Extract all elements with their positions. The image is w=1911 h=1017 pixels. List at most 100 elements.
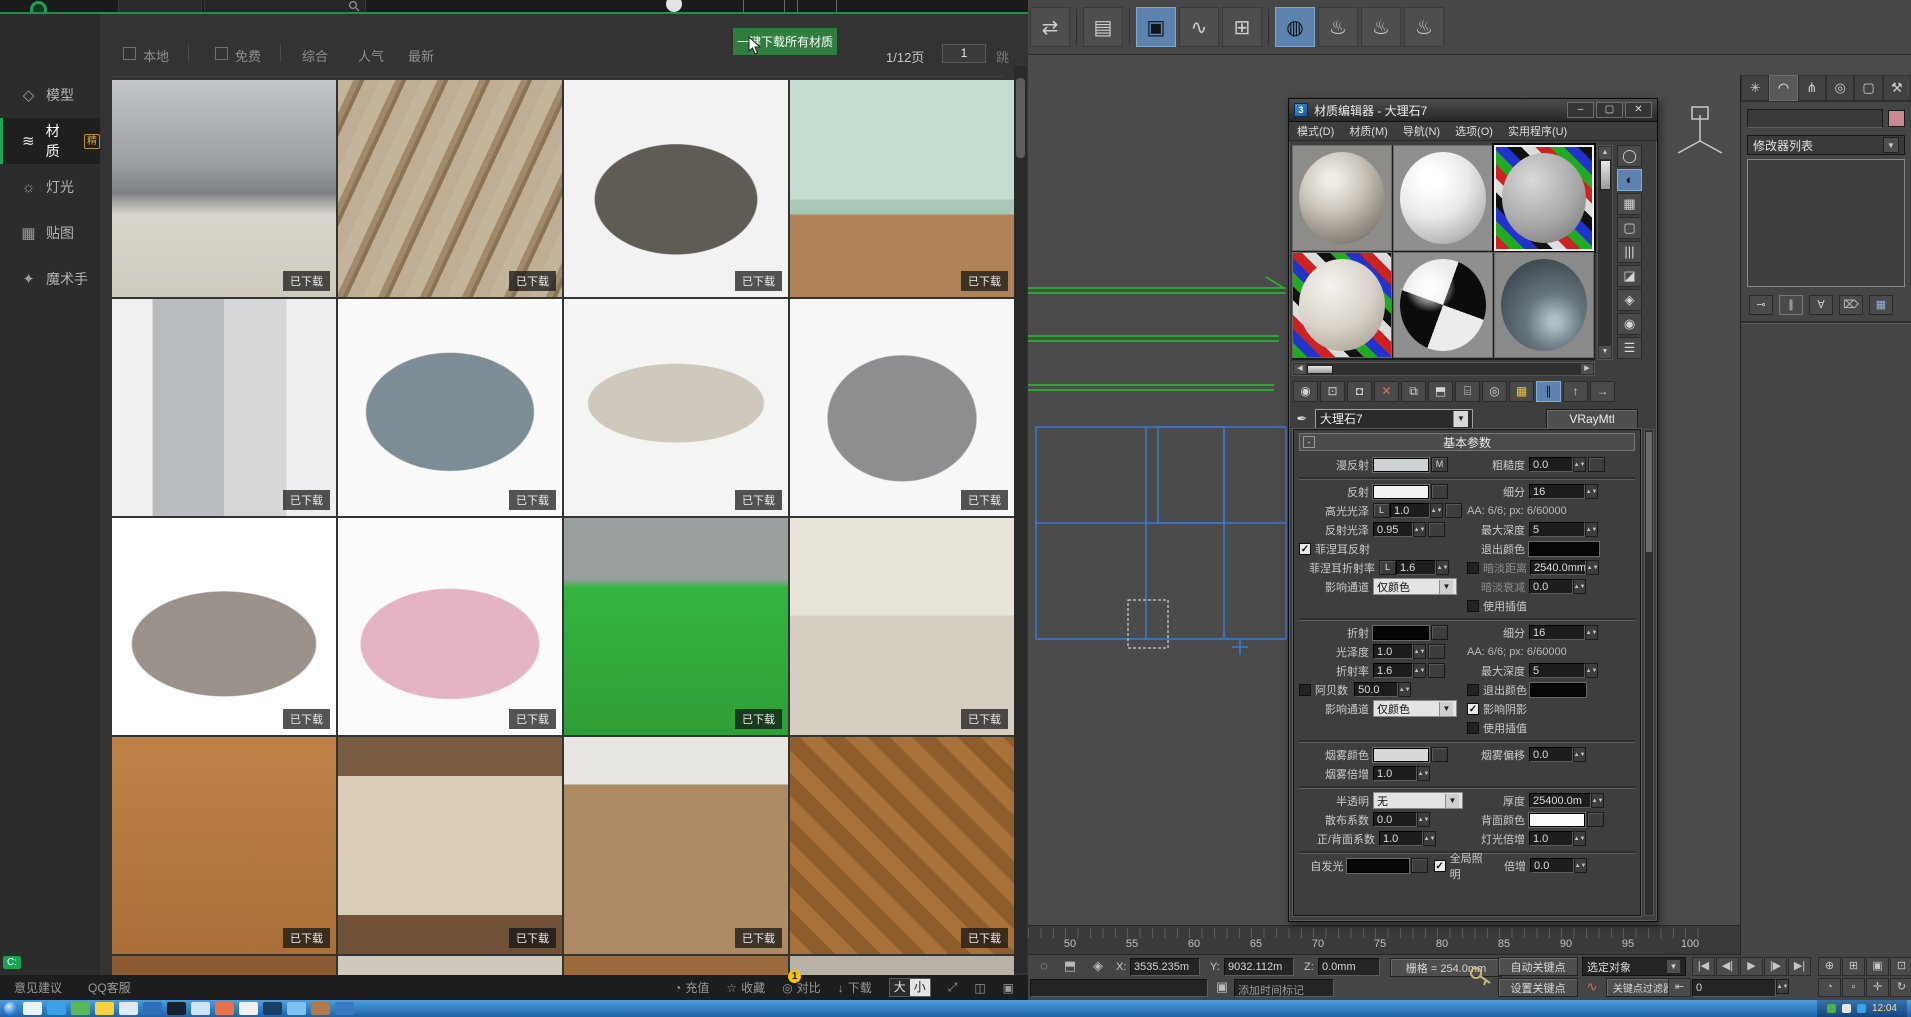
- sample-slot[interactable]: [1494, 252, 1594, 358]
- zoom-icon[interactable]: ⊕: [1818, 957, 1841, 976]
- spinner[interactable]: ▲▼: [1574, 858, 1587, 873]
- roughness-map-slot[interactable]: [1588, 457, 1605, 472]
- menu-utilities[interactable]: 实用程序(U): [1508, 123, 1567, 139]
- map-slot[interactable]: [1428, 644, 1445, 659]
- isolate-selection-icon[interactable]: ◌: [1034, 957, 1054, 976]
- menu-material[interactable]: 材质(M): [1349, 123, 1388, 139]
- search-input[interactable]: [204, 0, 366, 12]
- menu-mode[interactable]: 模式(D): [1297, 123, 1334, 139]
- sidebar-item-material[interactable]: ≋材质精: [0, 118, 100, 164]
- field-of-view-icon[interactable]: ▫: [1842, 978, 1865, 997]
- spinner[interactable]: ▲▼: [1573, 457, 1586, 472]
- configure-modifier-sets-icon[interactable]: ▦: [1869, 295, 1893, 315]
- chevron-down-icon[interactable]: ▼: [1439, 702, 1453, 716]
- page-jump-button[interactable]: 跳: [996, 47, 1009, 66]
- sort-popularity[interactable]: 人气: [358, 46, 384, 65]
- render-production-icon[interactable]: ♨: [1361, 7, 1401, 47]
- material-thumbnail[interactable]: [338, 956, 562, 975]
- next-frame-icon[interactable]: |▶: [1764, 957, 1787, 976]
- sample-slot[interactable]: [1393, 145, 1493, 251]
- spinner[interactable]: ▲▼: [1585, 663, 1598, 678]
- taskbar-app-icon[interactable]: [239, 1002, 258, 1015]
- tab-display[interactable]: ▢: [1854, 75, 1882, 101]
- taskbar-app-icon[interactable]: [287, 1002, 306, 1015]
- page-input[interactable]: 1: [942, 44, 986, 63]
- free-filter-label[interactable]: 免费: [235, 46, 261, 65]
- taskbar-app-icon[interactable]: [119, 1002, 138, 1015]
- map-slot[interactable]: [1428, 522, 1445, 537]
- abbe-field[interactable]: 50.0: [1354, 682, 1398, 697]
- sidebar-item-magic-hand[interactable]: ✦魔术手: [0, 256, 100, 302]
- spinner[interactable]: ▲▼: [1585, 625, 1598, 640]
- key-mode-icon[interactable]: [1468, 959, 1492, 995]
- taskbar-app-icon[interactable]: [143, 1002, 162, 1015]
- back-color-map-slot[interactable]: [1587, 812, 1604, 827]
- selection-lock-icon[interactable]: ⬒: [1060, 957, 1080, 976]
- split-view-icon[interactable]: ◫: [974, 981, 985, 995]
- tab-motion[interactable]: ◎: [1826, 75, 1854, 101]
- chevron-down-icon[interactable]: ▼: [1666, 959, 1681, 974]
- gi-checkbox[interactable]: [1434, 860, 1446, 872]
- material-name-combo[interactable]: 大理石7 ▼: [1315, 409, 1473, 429]
- map-slot[interactable]: [1428, 663, 1445, 678]
- render-setup-icon[interactable]: ◍: [1275, 7, 1315, 47]
- feedback-link[interactable]: 意见建议: [14, 979, 62, 996]
- refract-max-depth-field[interactable]: 5: [1529, 663, 1585, 678]
- timeline-slider[interactable]: 50 55 60 65 70 75 80 85 90 95 100: [1028, 925, 1740, 955]
- taskbar-clock[interactable]: 12:04: [1872, 1003, 1897, 1014]
- y-coordinate-field[interactable]: 9032.112m: [1224, 958, 1294, 976]
- self-illum-map-slot[interactable]: [1411, 858, 1427, 873]
- auto-key-button[interactable]: 自动关键点: [1498, 957, 1578, 976]
- object-color-swatch[interactable]: [1888, 110, 1905, 127]
- z-coordinate-field[interactable]: 0.0mm: [1318, 958, 1380, 976]
- dock-view-icon[interactable]: ▣: [1003, 981, 1014, 995]
- refract-use-interpolation-checkbox[interactable]: [1467, 722, 1479, 734]
- scroll-up-icon[interactable]: ▲: [1599, 147, 1611, 159]
- taskbar-app-icon[interactable]: [215, 1002, 234, 1015]
- thickness-field[interactable]: 25400.0m: [1529, 793, 1591, 808]
- curve-editor-icon[interactable]: ∿: [1179, 7, 1219, 47]
- material-type-button[interactable]: VRayMtl: [1546, 409, 1638, 429]
- spinner[interactable]: ▲▼: [1417, 812, 1430, 827]
- maximize-icon[interactable]: ▢: [1596, 102, 1623, 118]
- material-map-navigator-icon[interactable]: ☰: [1617, 337, 1642, 359]
- fullscreen-icon[interactable]: ⤢: [948, 980, 958, 995]
- size-big-option[interactable]: 大: [890, 979, 910, 996]
- affect-channels-combo[interactable]: 仅颜色▼: [1373, 578, 1457, 595]
- taskbar-app-icon[interactable]: [95, 1002, 114, 1015]
- make-unique-icon[interactable]: ∀: [1809, 295, 1833, 315]
- dim-distance-field[interactable]: 2540.0mm: [1530, 560, 1586, 575]
- play-icon[interactable]: ▶: [1740, 957, 1763, 976]
- sort-newest[interactable]: 最新: [408, 46, 434, 65]
- frame-spinner[interactable]: ▲▼: [1776, 979, 1789, 994]
- spinner[interactable]: ▲▼: [1573, 579, 1586, 594]
- sidebar-item-model[interactable]: ◇模型: [0, 72, 100, 118]
- tab-hierarchy[interactable]: ⋔: [1798, 75, 1826, 101]
- taskbar-app-icon[interactable]: [71, 1002, 90, 1015]
- dim-distance-checkbox[interactable]: [1467, 562, 1479, 574]
- material-thumbnail[interactable]: 已下载: [790, 518, 1014, 735]
- go-forward-sibling-icon[interactable]: →: [1590, 381, 1615, 402]
- map-slot[interactable]: [1445, 503, 1462, 518]
- taskbar-app-icon[interactable]: [47, 1002, 66, 1015]
- fog-map-slot[interactable]: [1431, 747, 1448, 762]
- scatter-coeff-field[interactable]: 0.0: [1373, 812, 1417, 827]
- diffuse-color-swatch[interactable]: [1373, 458, 1429, 472]
- material-thumbnail[interactable]: 已下载: [790, 737, 1014, 954]
- spinner[interactable]: ▲▼: [1573, 831, 1586, 846]
- taskbar-app-icon[interactable]: [335, 1002, 354, 1015]
- chevron-down-icon[interactable]: ▼: [1439, 580, 1453, 594]
- tray-icon[interactable]: [1842, 1004, 1851, 1013]
- exit-color-swatch[interactable]: [1529, 542, 1599, 556]
- dim-falloff-field[interactable]: 0.0: [1529, 579, 1573, 594]
- sidebar-item-texture[interactable]: ▦贴图: [0, 210, 100, 256]
- avatar[interactable]: [666, 0, 682, 12]
- pin-stack-icon[interactable]: ⊸: [1749, 295, 1773, 315]
- show-in-viewport-icon[interactable]: ▦: [1509, 381, 1534, 402]
- show-end-result-icon[interactable]: ∥: [1536, 381, 1561, 402]
- reflect-map-slot[interactable]: [1431, 484, 1448, 499]
- chevron-down-icon[interactable]: ▼: [1883, 137, 1899, 153]
- tray-icon[interactable]: [1857, 1004, 1866, 1013]
- material-thumbnail[interactable]: 已下载: [338, 518, 562, 735]
- absolute-mode-icon[interactable]: ◈: [1088, 957, 1108, 976]
